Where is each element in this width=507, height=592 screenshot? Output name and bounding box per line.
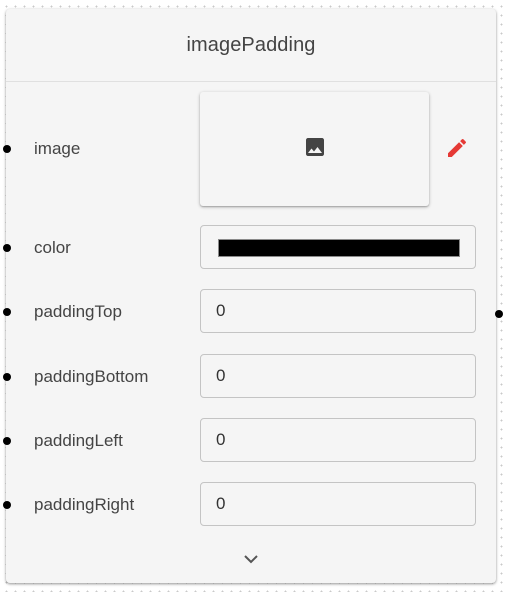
chevron-down-icon: [243, 551, 259, 569]
color-label: color: [34, 238, 71, 257]
padding-top-field[interactable]: [200, 289, 476, 333]
color-field[interactable]: [200, 225, 476, 269]
padding-left-field[interactable]: [200, 418, 476, 462]
image-label: image: [34, 139, 81, 158]
image-icon: [303, 135, 327, 164]
padding-left-input-socket[interactable]: [3, 437, 11, 445]
padding-left-input[interactable]: [201, 419, 475, 461]
padding-top-input[interactable]: [201, 290, 475, 332]
padding-bottom-field[interactable]: [200, 354, 476, 398]
node-title: imagePadding: [186, 33, 316, 56]
image-picker[interactable]: [200, 92, 429, 206]
node-header[interactable]: imagePadding: [6, 9, 496, 82]
padding-right-input-socket[interactable]: [3, 501, 11, 509]
padding-bottom-label: paddingBottom: [34, 367, 149, 386]
padding-right-input[interactable]: [201, 483, 475, 525]
image-input-socket[interactable]: [3, 145, 11, 153]
pencil-icon: [445, 136, 469, 165]
padding-right-label: paddingRight: [34, 495, 135, 514]
padding-right-field[interactable]: [200, 482, 476, 526]
padding-left-label: paddingLeft: [34, 431, 123, 450]
color-swatch[interactable]: [218, 239, 460, 257]
padding-bottom-input-socket[interactable]: [3, 373, 11, 381]
edit-image-button[interactable]: [444, 137, 470, 163]
padding-top-label: paddingTop: [34, 302, 122, 321]
output-socket[interactable]: [495, 310, 503, 318]
image-padding-node[interactable]: imagePadding image color paddingTop padd…: [6, 9, 496, 583]
expand-button[interactable]: [240, 552, 262, 568]
padding-top-input-socket[interactable]: [3, 308, 11, 316]
padding-bottom-input[interactable]: [201, 355, 475, 397]
color-input-socket[interactable]: [3, 244, 11, 252]
